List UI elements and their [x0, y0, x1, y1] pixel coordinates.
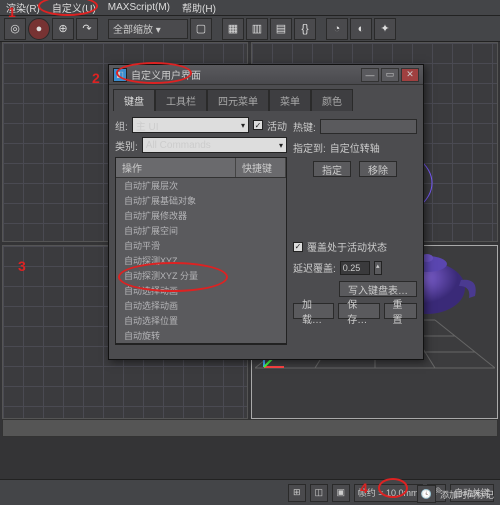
nav3-icon[interactable]: ▣	[332, 484, 350, 502]
tool-grid1-icon[interactable]: ▦	[222, 18, 244, 40]
load-button[interactable]: 加载…	[293, 303, 334, 319]
group-label: 组:	[115, 118, 128, 133]
time-tag-icon[interactable]: 🕓	[417, 485, 436, 503]
override-checkbox[interactable]: ✓	[293, 242, 303, 252]
nav1-icon[interactable]: ⊞	[288, 484, 306, 502]
delay-label: 延迟覆盖:	[293, 260, 336, 275]
list-item[interactable]: 自动扩展层次	[116, 178, 286, 193]
tool-record-icon[interactable]: ●	[28, 18, 50, 40]
key-info: 帧约 = 10.0mm	[354, 484, 423, 502]
tool-brackets-icon[interactable]: {}	[294, 18, 316, 40]
add-time-tag-label[interactable]: 添加时间标记	[440, 488, 494, 501]
list-item[interactable]: 自动平滑	[116, 238, 286, 253]
tool-view-dropdown[interactable]: 全部缩放 ▾	[108, 19, 188, 39]
menu-bar: 渲染(R) 自定义(U) MAXScript(M) 帮助(H)	[0, 0, 500, 16]
active-checkbox[interactable]: ✓	[253, 120, 263, 130]
tab-colors[interactable]: 颜色	[311, 89, 353, 111]
menu-maxscript[interactable]: MAXScript(M)	[108, 2, 170, 13]
dialog-title: 自定义用户界面	[131, 67, 201, 82]
tab-menus[interactable]: 菜单	[269, 89, 311, 111]
main-toolbar: ◎ ● ⊕ ↷ 全部缩放 ▾ ▢ ▦ ▥ ▤ {} ◔ ◐ ✦	[0, 16, 500, 42]
tool-photo-icon[interactable]: ◎	[4, 18, 26, 40]
write-keys-button[interactable]: 写入键盘表…	[339, 281, 417, 297]
group-dropdown[interactable]: 主 UI▾	[132, 117, 249, 133]
tool-arrow-icon[interactable]: ↷	[76, 18, 98, 40]
list-item[interactable]: 自动探测XYZ	[116, 253, 286, 268]
assign-button[interactable]: 指定	[313, 161, 351, 177]
menu-customize[interactable]: 自定义(U)	[52, 0, 96, 15]
list-item[interactable]: 自动扩展空间	[116, 223, 286, 238]
list-item[interactable]: 自动选择位置	[116, 313, 286, 328]
tab-keyboard[interactable]: 键盘	[113, 89, 155, 111]
hotkey-label: 热键:	[293, 119, 316, 134]
minimize-button[interactable]: —	[361, 68, 379, 82]
customize-ui-dialog: ◧ 自定义用户界面 — ▭ ✕ 键盘 工具栏 四元菜单 菜单 颜色 组: 主 U…	[108, 64, 424, 360]
spinner-buttons[interactable]: ▴	[374, 261, 382, 275]
maximize-button[interactable]: ▭	[381, 68, 399, 82]
list-item[interactable]: 自定位转轴	[116, 343, 286, 344]
menu-render[interactable]: 渲染(R)	[6, 0, 40, 15]
active-label: 活动	[267, 118, 287, 133]
remove-button[interactable]: 移除	[359, 161, 397, 177]
tool-render-icon[interactable]: ◐	[350, 18, 372, 40]
list-item[interactable]: 自动旋转	[116, 328, 286, 343]
list-item[interactable]: 自动选择动画	[116, 283, 286, 298]
tab-toolbars[interactable]: 工具栏	[155, 89, 207, 111]
action-list[interactable]: 操作 快捷键 自动扩展层次自动扩展基础对象自动扩展修改器自动扩展空间自动平滑自动…	[115, 157, 287, 345]
delay-spinner[interactable]: 0.25	[340, 261, 370, 275]
tool-teapot-icon[interactable]: ◔	[326, 18, 348, 40]
menu-help[interactable]: 帮助(H)	[182, 0, 216, 15]
category-dropdown[interactable]: All Commands▾	[142, 137, 287, 153]
tab-quads[interactable]: 四元菜单	[207, 89, 269, 111]
dialog-titlebar[interactable]: ◧ 自定义用户界面 — ▭ ✕	[109, 65, 423, 85]
save-button[interactable]: 保存…	[338, 303, 379, 319]
assigned-value: 自定位转轴	[330, 140, 380, 155]
col-hotkey: 快捷键	[236, 158, 286, 177]
col-action: 操作	[116, 158, 236, 177]
tool-snap-icon[interactable]: ⊕	[52, 18, 74, 40]
assigned-label: 指定到:	[293, 140, 326, 155]
dialog-icon: ◧	[113, 68, 127, 82]
tool-box-icon[interactable]: ▢	[190, 18, 212, 40]
hotkey-input[interactable]	[320, 119, 417, 134]
list-item[interactable]: 自动探测XYZ 分量	[116, 268, 286, 283]
time-slider[interactable]	[2, 419, 498, 437]
list-item[interactable]: 自动扩展基础对象	[116, 193, 286, 208]
close-button[interactable]: ✕	[401, 68, 419, 82]
nav2-icon[interactable]: ◫	[310, 484, 328, 502]
list-header: 操作 快捷键	[116, 158, 286, 178]
dialog-tabs: 键盘 工具栏 四元菜单 菜单 颜色	[109, 85, 423, 111]
tool-grid2-icon[interactable]: ▥	[246, 18, 268, 40]
reset-button[interactable]: 重置	[384, 303, 418, 319]
category-label: 类别:	[115, 138, 138, 153]
tool-grid3-icon[interactable]: ▤	[270, 18, 292, 40]
list-item[interactable]: 自动扩展修改器	[116, 208, 286, 223]
override-label: 覆盖处于活动状态	[307, 239, 387, 254]
list-item[interactable]: 自动选择动画	[116, 298, 286, 313]
tool-effects-icon[interactable]: ✦	[374, 18, 396, 40]
